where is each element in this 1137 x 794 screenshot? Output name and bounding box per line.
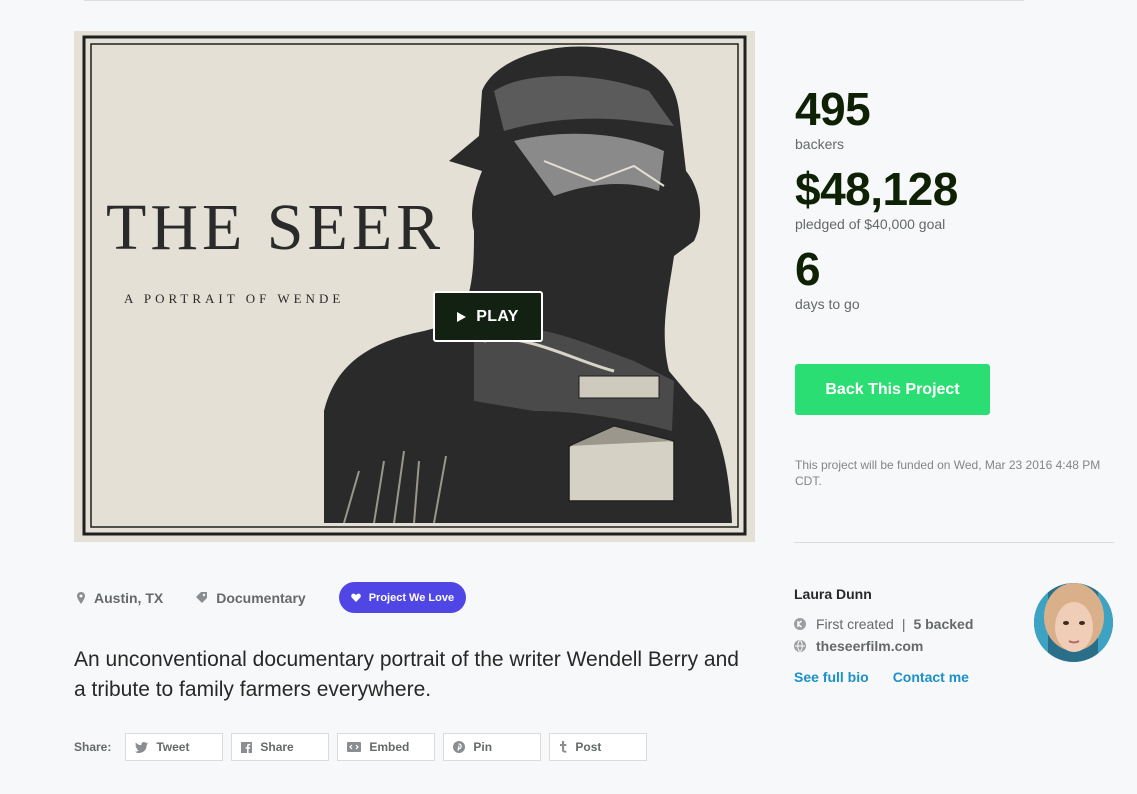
location-pin-icon [77, 591, 85, 604]
share-label-fb: Share [260, 740, 294, 754]
project-we-love-badge[interactable]: Project We Love [338, 582, 467, 613]
project-video[interactable]: THE SEER A PORTRAIT OF WENDE PLAY [74, 31, 755, 542]
badge-label: Project We Love [368, 591, 455, 604]
backers-label: backers [795, 136, 845, 152]
globe-icon [794, 640, 806, 652]
pledged-stat: $48,128 pledged of $40,000 goal [795, 164, 1115, 232]
creator-history: First created | 5 backed [794, 616, 973, 632]
twitter-icon [135, 741, 149, 753]
days-count: 6 [795, 243, 821, 295]
tumblr-icon [560, 741, 567, 753]
first-created-label: First created [816, 616, 894, 632]
creator-name[interactable]: Laura Dunn [794, 586, 872, 602]
see-full-bio-link[interactable]: See full bio [794, 669, 869, 685]
embed-button[interactable]: Embed [337, 733, 436, 761]
poster-subtitle: A PORTRAIT OF WENDE [124, 291, 344, 306]
pinterest-icon [453, 741, 466, 753]
days-stat: 6 days to go [795, 244, 1115, 312]
post-label: Post [575, 740, 602, 754]
top-divider [84, 0, 1024, 1]
poster-title: THE SEER [106, 191, 444, 264]
heart-icon [350, 593, 361, 602]
days-label: days to go [795, 296, 860, 312]
embed-icon [347, 742, 362, 752]
tweet-label: Tweet [156, 740, 190, 754]
kickstarter-icon [794, 618, 806, 630]
website-link[interactable]: theseerfilm.com [816, 638, 923, 654]
pledged-goal-label: pledged of $40,000 goal [795, 216, 946, 232]
facebook-share-button[interactable]: Share [231, 733, 330, 761]
play-icon [457, 311, 467, 322]
project-blurb: An unconventional documentary portrait o… [74, 648, 739, 701]
back-project-button[interactable]: Back This Project [795, 364, 990, 415]
play-label: PLAY [476, 307, 519, 325]
pledged-amount: $48,128 [795, 163, 958, 215]
tweet-button[interactable]: Tweet [125, 733, 224, 761]
category-label: Documentary [216, 589, 306, 606]
backers-count: 495 [795, 83, 871, 135]
location-link[interactable]: Austin, TX [77, 590, 163, 606]
separator: | [901, 616, 906, 632]
facebook-icon [241, 741, 253, 753]
share-bar: Share: Tweet Share Embed Pin Post [74, 733, 655, 761]
creator-links: See full bio Contact me [794, 669, 969, 685]
creator-website[interactable]: theseerfilm.com [794, 638, 923, 654]
category-link[interactable]: Documentary [196, 589, 306, 606]
share-label: Share: [74, 740, 112, 754]
contact-me-link[interactable]: Contact me [893, 669, 969, 685]
tag-icon [196, 592, 208, 603]
sidebar-divider [794, 542, 1114, 543]
tumblr-post-button[interactable]: Post [549, 733, 648, 761]
embed-label: Embed [369, 740, 410, 754]
project-stats: 495 backers $48,128 pledged of $40,000 g… [795, 84, 1115, 324]
location-label: Austin, TX [94, 589, 164, 606]
video-poster-image: THE SEER A PORTRAIT OF WENDE [74, 31, 755, 542]
project-meta: Austin, TX Documentary Project We Love [77, 582, 467, 613]
funding-note: This project will be funded on Wed, Mar … [795, 458, 1101, 488]
pin-label: Pin [473, 740, 493, 754]
play-button[interactable]: PLAY [433, 291, 543, 342]
creator-avatar[interactable] [1034, 583, 1113, 662]
backed-count[interactable]: 5 backed [913, 616, 973, 632]
backers-stat: 495 backers [795, 84, 1115, 152]
pin-button[interactable]: Pin [443, 733, 542, 761]
